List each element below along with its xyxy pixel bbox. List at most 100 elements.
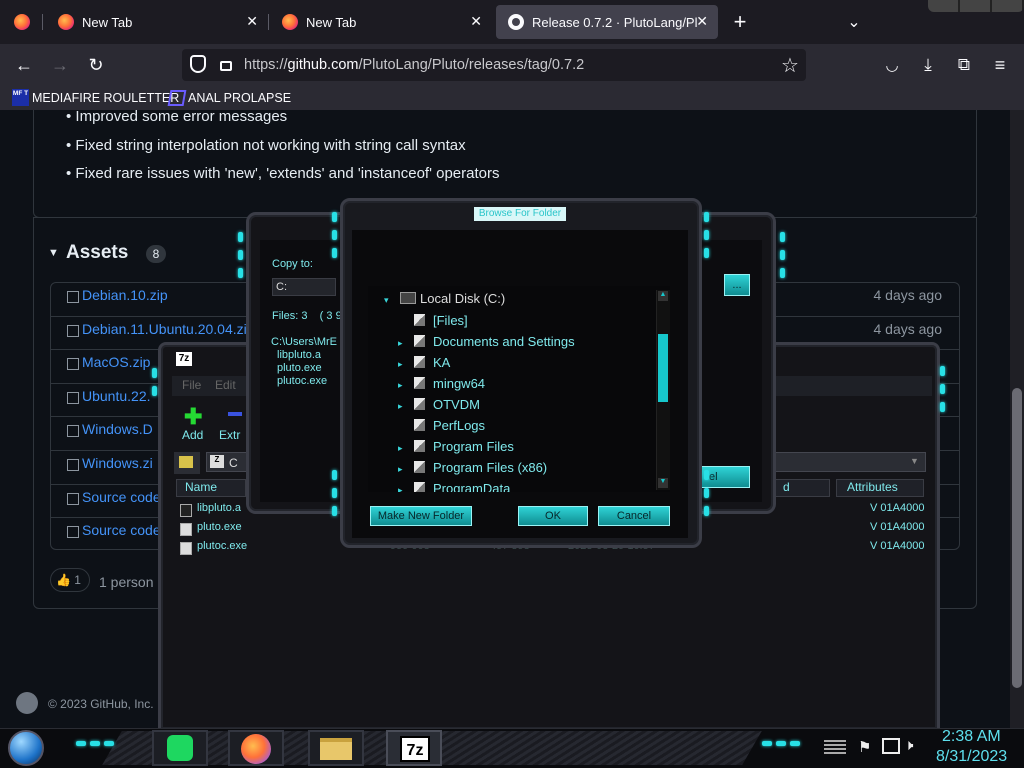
sevenzip-logo: 7z <box>176 352 192 366</box>
shield-icon[interactable] <box>190 55 206 73</box>
tree-item[interactable]: ▸ Program Files <box>398 439 514 454</box>
expand-icon[interactable]: ▸ <box>398 485 408 492</box>
column-attributes[interactable]: Attributes <box>836 479 924 497</box>
taskbar-item-spotify[interactable] <box>152 730 208 766</box>
github-footer-icon[interactable] <box>16 692 38 714</box>
ok-button[interactable]: OK <box>518 506 588 526</box>
asset-link[interactable]: MacOS.zip <box>82 354 150 370</box>
column-modified[interactable]: d <box>772 479 830 497</box>
bookmark-button[interactable]: ☆ <box>776 51 804 79</box>
assets-toggle-icon[interactable]: ▼ <box>48 247 59 259</box>
start-button[interactable] <box>8 730 44 766</box>
downloads-button[interactable]: ⤓ <box>914 51 942 79</box>
column-name[interactable]: Name <box>176 479 246 497</box>
close-icon[interactable]: ✕ <box>470 13 482 30</box>
up-folder-button[interactable] <box>174 452 200 474</box>
tree-scroll-thumb[interactable] <box>658 334 668 402</box>
tree-item-label: PerfLogs <box>433 418 486 433</box>
list-tabs-button[interactable]: ⌄ <box>840 8 868 36</box>
make-new-folder-button[interactable]: Make New Folder <box>370 506 472 526</box>
tab-title: Release 0.7.2 · PlutoLang/Pluto <box>532 14 698 30</box>
clock-date[interactable]: 8/31/2023 <box>936 748 1007 766</box>
folder-icon <box>414 398 425 410</box>
clock-time[interactable]: 2:38 AM <box>942 728 1001 746</box>
tree-item[interactable]: ▸ Program Files (x86) <box>398 460 547 475</box>
cancel-button[interactable]: Cancel <box>598 506 670 526</box>
reload-button[interactable]: ↻ <box>82 51 110 79</box>
package-icon <box>67 291 79 303</box>
taskbar-item-firefox[interactable] <box>228 730 284 766</box>
asset-link[interactable]: Source code <box>82 522 161 538</box>
expand-icon[interactable]: ▸ <box>398 443 408 454</box>
tree-item[interactable]: ▸ OTVDM <box>398 397 480 412</box>
tree-item[interactable]: ▸ KA <box>398 355 450 370</box>
lock-icon[interactable] <box>220 61 232 71</box>
browse-button[interactable]: ... <box>724 274 750 296</box>
tree-item-label: ProgramData <box>433 481 511 492</box>
tree-item[interactable]: ▸ mingw64 <box>398 376 485 391</box>
close-icon[interactable]: ✕ <box>696 13 708 30</box>
tree-item[interactable]: ▸ Documents and Settings <box>398 334 575 349</box>
skin-light <box>332 230 337 240</box>
extract-button[interactable]: Extr <box>219 428 240 442</box>
destination-input[interactable]: C: <box>272 278 336 296</box>
dropdown-arrow-icon[interactable]: ▼ <box>910 456 919 466</box>
collapse-icon[interactable]: ▾ <box>384 295 394 306</box>
back-button[interactable]: ← <box>10 51 38 79</box>
volume-icon[interactable]: 🕨 <box>904 737 913 754</box>
reaction-button[interactable]: 👍 1 <box>50 568 90 592</box>
skin-light <box>704 230 709 240</box>
window-controls[interactable] <box>928 0 1024 12</box>
firefox-view-button[interactable] <box>8 8 36 36</box>
asset-link[interactable]: Debian.10.zip <box>82 287 168 303</box>
pocket-button[interactable]: ◡ <box>878 51 906 79</box>
tab-new-tab-1[interactable]: New Tab ✕ <box>46 5 268 39</box>
expand-icon[interactable]: ▸ <box>398 338 408 349</box>
app-menu-button[interactable]: ≡ <box>986 51 1014 79</box>
tree-item[interactable]: ▸ ProgramData <box>398 481 510 492</box>
network-icon[interactable] <box>882 738 900 754</box>
expand-icon[interactable]: ▸ <box>398 359 408 370</box>
menu-file[interactable]: File <box>182 378 201 392</box>
taskbar-light <box>90 741 100 746</box>
close-icon[interactable]: ✕ <box>246 13 258 30</box>
scroll-up-icon[interactable]: ▲ <box>658 291 668 301</box>
package-icon <box>67 324 79 337</box>
folder-tree[interactable]: ▾ Local Disk (C:) [Files] ▸ Documents and S… <box>368 286 670 492</box>
asset-link[interactable]: Debian.11.Ubuntu.20.04.zi <box>82 321 247 337</box>
scroll-down-icon[interactable]: ▼ <box>658 478 668 488</box>
tree-root[interactable]: ▾ Local Disk (C:) <box>384 291 505 306</box>
tree-item-label: Program Files <box>433 439 514 454</box>
new-tab-button[interactable]: + <box>726 8 754 36</box>
tab-separator <box>42 14 43 30</box>
url-text[interactable]: https://github.com/PlutoLang/Pluto/relea… <box>244 57 584 73</box>
bookmark-anal-prolapse[interactable]: ANAL PROLAPSE <box>188 91 291 105</box>
file-row-name[interactable]: pluto.exe <box>197 521 242 533</box>
flag-icon[interactable]: ⚑ <box>858 738 871 756</box>
package-icon <box>67 391 79 404</box>
taskbar-item-explorer[interactable] <box>308 730 364 766</box>
scrollbar-thumb[interactable] <box>1012 388 1022 688</box>
taskbar-item-7zip[interactable]: 7z <box>386 730 442 766</box>
asset-link[interactable]: Windows.D <box>82 421 153 437</box>
changelog-item: • Fixed rare issues with 'new', 'extends… <box>66 165 500 182</box>
tab-new-tab-2[interactable]: New Tab ✕ <box>270 5 492 39</box>
asset-link[interactable]: Source code <box>82 489 161 505</box>
tab-release[interactable]: Release 0.7.2 · PlutoLang/Pluto ✕ <box>496 5 718 39</box>
asset-link[interactable]: Ubuntu.22. <box>82 388 151 404</box>
expand-icon[interactable]: ▸ <box>398 380 408 391</box>
asset-link[interactable]: Windows.zi <box>82 455 153 471</box>
expand-icon[interactable]: ▸ <box>398 464 408 475</box>
tray-overflow-icon[interactable] <box>824 738 846 754</box>
bookmark-mediafire-rouletter[interactable]: MEDIAFIRE ROULETTER <box>32 91 179 105</box>
menu-edit[interactable]: Edit <box>215 378 236 392</box>
file-row-name[interactable]: libpluto.a <box>197 502 241 514</box>
expand-icon[interactable]: ▸ <box>398 401 408 412</box>
add-button[interactable]: Add <box>182 428 203 442</box>
file-row-name[interactable]: plutoc.exe <box>197 540 247 552</box>
tree-item[interactable]: PerfLogs <box>398 418 485 433</box>
extensions-button[interactable]: ⧉ <box>950 51 978 79</box>
forward-button[interactable]: → <box>46 51 74 79</box>
assets-heading[interactable]: Assets <box>66 242 128 264</box>
tree-item[interactable]: [Files] <box>398 313 468 328</box>
